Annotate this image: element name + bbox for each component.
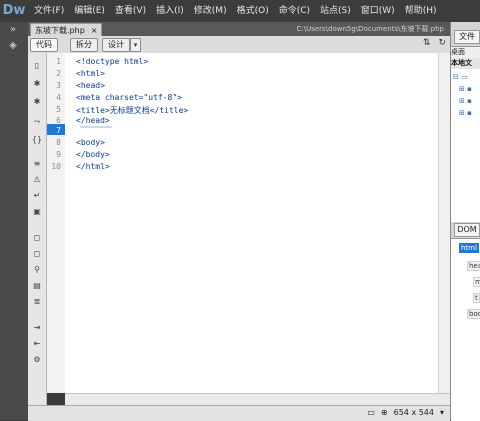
wrap-tag-icon[interactable]: ⚲ xyxy=(31,265,43,275)
coding-toolbar: ▯ ✱ ✱ ⤳ {} ≡ ⚠ ↵ ▣ ◻ ◻ ⚲ ▤ ≣ ⇥ ⇤ ⚙ xyxy=(28,53,47,405)
dom-panel: html hea m t bod xyxy=(451,238,480,421)
zoom-icon[interactable]: ⊕ xyxy=(381,408,388,417)
word-wrap-icon[interactable]: ↵ xyxy=(31,191,43,201)
status-bar: ▭ ⊕ 654 x 544 ▾ xyxy=(28,405,450,421)
menu-edit[interactable]: 编辑(E) xyxy=(70,0,109,22)
recent-snippets-icon[interactable]: ▤ xyxy=(31,281,43,291)
menu-commands[interactable]: 命令(C) xyxy=(275,0,314,22)
apply-comment-icon[interactable]: ◻ xyxy=(31,233,43,243)
document-toolbar-right: ⇅ ↻ xyxy=(423,38,446,48)
dom-node-html[interactable]: html xyxy=(459,243,479,253)
line-numbers-icon[interactable]: ≡ xyxy=(31,159,43,169)
tree-item[interactable]: ⊞ ▪ xyxy=(459,97,472,105)
code-view-label: 代码 xyxy=(36,40,52,49)
code-line[interactable]: <meta charset="utf-8"> xyxy=(76,93,182,102)
menu-site[interactable]: 站点(S) xyxy=(316,0,355,22)
files-panel: 桌面 本地文 ⊟ ▭ ⊞ ▪ ⊞ ▪ ⊞ ▪ xyxy=(451,46,480,222)
files-site-header[interactable]: 桌面 xyxy=(451,47,480,58)
window-size-dropdown-icon[interactable]: ▾ xyxy=(440,408,444,417)
code-line[interactable]: <!doctype html> xyxy=(76,57,148,66)
line-number: 5 xyxy=(56,105,61,114)
line-number: 8 xyxy=(56,138,61,147)
line-number: 3 xyxy=(56,81,61,90)
files-tab[interactable]: 文件 xyxy=(454,30,480,44)
line-number: 10 xyxy=(51,162,61,171)
menu-modify[interactable]: 修改(M) xyxy=(190,0,231,22)
window-dimensions[interactable]: 654 x 544 xyxy=(394,408,434,417)
window-size-icon[interactable]: ▭ xyxy=(367,408,375,417)
main-menu: 文件(F) 编辑(E) 查看(V) 插入(I) 修改(M) 格式(O) 命令(C… xyxy=(30,0,442,22)
insert-panel-icon[interactable]: ◈ xyxy=(6,40,20,52)
line-number-gutter: 1 2 3 4 5 6 7 8 9 10 xyxy=(47,53,65,393)
document-path: C:\Users\down5g\Documents\东坡下载.php xyxy=(296,25,444,33)
indent-code-icon[interactable]: ⇥ xyxy=(31,323,43,333)
code-line[interactable]: </html> xyxy=(76,162,110,171)
menu-format[interactable]: 格式(O) xyxy=(233,0,273,22)
design-dropdown-button[interactable]: ▾ xyxy=(130,38,141,52)
design-view-button[interactable]: 设计 xyxy=(102,38,130,52)
file-management-icon[interactable]: ⇅ xyxy=(423,38,431,48)
status-bar-right: ▭ ⊕ 654 x 544 ▾ xyxy=(367,408,444,417)
code-line[interactable]: </head> xyxy=(76,116,110,125)
code-line[interactable]: <head> xyxy=(76,81,105,90)
menu-window[interactable]: 窗口(W) xyxy=(357,0,399,22)
syntax-coloring-icon[interactable]: ▣ xyxy=(31,207,43,217)
document-tab[interactable]: 东坡下载.php × xyxy=(30,23,103,37)
code-line[interactable]: <body> xyxy=(76,138,105,147)
expand-tag-icon[interactable]: ✱ xyxy=(31,97,43,107)
line-number: 1 xyxy=(56,57,61,66)
left-panel-strip: » ◈ xyxy=(0,22,29,420)
line-number: 6 xyxy=(56,116,61,125)
split-view-button[interactable]: 拆分 xyxy=(70,38,98,52)
collapse-arrows-icon[interactable]: » xyxy=(6,24,20,36)
close-icon[interactable]: × xyxy=(91,26,98,35)
outdent-code-icon[interactable]: ⇤ xyxy=(31,339,43,349)
balance-braces-icon[interactable]: {} xyxy=(31,135,43,145)
highlight-invalid-icon[interactable]: ⚠ xyxy=(31,175,43,185)
menu-bar: Dw 文件(F) 编辑(E) 查看(V) 插入(I) 修改(M) 格式(O) 命… xyxy=(0,0,480,22)
document-tab-strip: 东坡下载.php × C:\Users\down5g\Documents\东坡下… xyxy=(28,22,450,37)
code-line[interactable]: <title>无标题文档</title> xyxy=(76,105,188,116)
design-view-label: 设计 xyxy=(108,40,124,49)
document-tab-title: 东坡下载.php xyxy=(35,26,85,35)
line-number-active: 7 xyxy=(56,126,61,135)
document-toolbar: 代码 拆分 设计 ▾ ⇅ ↻ xyxy=(28,36,450,54)
tree-item[interactable]: ⊞ ▪ xyxy=(459,85,472,93)
refresh-icon[interactable]: ↻ xyxy=(438,38,446,48)
dom-node-head[interactable]: hea xyxy=(467,261,480,271)
code-view-button[interactable]: 代码 xyxy=(30,38,58,52)
local-files-label: 本地文 xyxy=(451,58,480,69)
line-number: 4 xyxy=(56,93,61,102)
open-documents-icon[interactable]: ▯ xyxy=(31,61,43,71)
line-number: 2 xyxy=(56,69,61,78)
dom-node-body[interactable]: bod xyxy=(467,309,480,319)
right-panel-group: 文件 桌面 本地文 ⊟ ▭ ⊞ ▪ ⊞ ▪ ⊞ ▪ DOM html hea m… xyxy=(450,22,480,421)
code-line[interactable]: </body> xyxy=(76,150,110,159)
menu-view[interactable]: 查看(V) xyxy=(111,0,150,22)
cursor-line-underline xyxy=(80,126,112,128)
menu-file[interactable]: 文件(F) xyxy=(30,0,68,22)
format-source-icon[interactable]: ⚙ xyxy=(31,355,43,365)
select-parent-tag-icon[interactable]: ⤳ xyxy=(31,117,43,127)
collapse-tag-icon[interactable]: ✱ xyxy=(31,79,43,89)
menu-help[interactable]: 帮助(H) xyxy=(401,0,441,22)
remove-comment-icon[interactable]: ◻ xyxy=(31,249,43,259)
dom-node-title[interactable]: t xyxy=(473,293,480,303)
split-view-label: 拆分 xyxy=(76,40,92,49)
move-css-icon[interactable]: ≣ xyxy=(31,297,43,307)
dom-node-meta[interactable]: m xyxy=(473,277,480,287)
dreamweaver-logo: Dw xyxy=(2,3,26,18)
tree-item[interactable]: ⊟ ▭ xyxy=(453,73,468,81)
line-number: 9 xyxy=(56,150,61,159)
code-editor[interactable]: <!doctype html> <html> <head> <meta char… xyxy=(65,53,450,393)
code-line[interactable]: <html> xyxy=(76,69,105,78)
dom-tab[interactable]: DOM xyxy=(454,223,480,237)
tree-item[interactable]: ⊞ ▪ xyxy=(459,109,472,117)
menu-insert[interactable]: 插入(I) xyxy=(152,0,188,22)
